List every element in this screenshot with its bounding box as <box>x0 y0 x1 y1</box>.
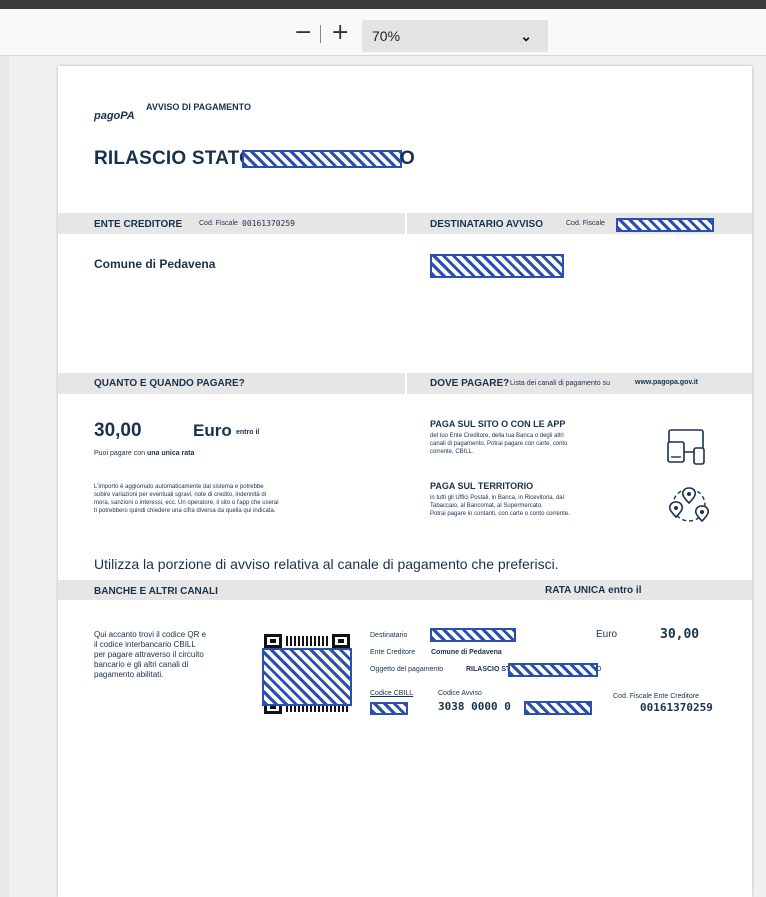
title-suffix: O <box>400 148 415 169</box>
dest-label: Destinatario <box>370 632 408 639</box>
banks-band-title: BANCHE E ALTRI CANALI <box>94 586 218 597</box>
redaction-recipient-cf <box>616 218 714 232</box>
qr-line: il codice interbancario CBILL <box>94 640 196 649</box>
qr-line: pagamento abilitati. <box>94 670 164 679</box>
redaction-dest <box>430 628 516 642</box>
cf-ente-value: 00161370259 <box>640 701 713 714</box>
redaction-qr <box>262 648 352 706</box>
rata-rest: entro il <box>608 585 642 596</box>
creditor-name: Comune di Pedavena <box>94 257 216 271</box>
ente-value: Comune di Pedavena <box>431 649 502 656</box>
qr-line: bancario e gli altri canali di <box>94 660 189 669</box>
qr-corner <box>332 634 350 648</box>
avviso-label: Codice Avviso <box>438 690 482 697</box>
redaction-cbill <box>370 702 408 715</box>
territory-line: Potrai pagare in contanti, con carte o c… <box>430 511 570 517</box>
devices-icon <box>667 429 705 465</box>
qr-pattern <box>286 636 328 646</box>
ente-label: Ente Creditore <box>370 649 416 656</box>
update-line: L'importo è aggiornato automaticamente d… <box>94 484 264 490</box>
notice-header: AVVISO DI PAGAMENTO <box>146 102 252 112</box>
where-note: Lista dei canali di pagamento su <box>510 380 611 387</box>
portion-text: Utilizza la porzione di avviso relativa … <box>94 556 559 572</box>
territory-title: PAGA SUL TERRITORIO <box>430 481 534 491</box>
avviso-value: 3038 0000 0 <box>438 700 511 713</box>
pagopa-logo: pagoPA <box>94 110 135 122</box>
oggetto-tail: O <box>596 666 602 673</box>
qr-line: Qui accanto trovi il codice QR e <box>94 630 207 639</box>
redaction-avviso <box>524 701 592 715</box>
creditor-cf-label: Cod. Fiscale <box>199 220 238 227</box>
rata-bold: RATA UNICA <box>545 585 606 596</box>
update-line: mora, sanzioni o interessi, ecc. Un oper… <box>94 500 279 506</box>
qr-line: per pagare attraverso il circuito <box>94 650 204 659</box>
single-bold: una unica rata <box>146 450 195 457</box>
pagopa-link[interactable]: www.pagopa.gov.it <box>635 379 698 386</box>
single-payment-text: Puoi pagare con una unica rata <box>94 450 194 457</box>
oggetto-label: Oggetto del pagamento <box>370 666 444 673</box>
currency: Euro <box>193 421 232 440</box>
cf-ente-label: Cod. Fiscale Ente Creditore <box>613 693 699 700</box>
amount: 30,00 <box>94 420 142 441</box>
qr-instructions: Qui accanto trovi il codice QR e il codi… <box>94 630 244 680</box>
zoom-select[interactable]: 70% ⌄ <box>362 20 548 52</box>
territory-text: in tutti gli Uffici Postali, in Banca, i… <box>430 494 570 518</box>
online-line: del tuo Ente Creditore, della tua Banca … <box>430 433 564 439</box>
qr-corner <box>264 634 282 648</box>
redaction-recipient-name <box>430 254 564 278</box>
online-text: del tuo Ente Creditore, della tua Banca … <box>430 432 567 456</box>
chevron-down-icon: ⌄ <box>520 28 532 44</box>
band-divider <box>405 213 407 234</box>
rata-label: RATA UNICA entro il <box>545 585 642 596</box>
update-line: subire variazioni per eventuali sgravi, … <box>94 492 267 498</box>
redaction-title <box>242 150 402 168</box>
territory-line: in tutti gli Uffici Postali, in Banca, i… <box>430 495 564 501</box>
oggetto-value: RILASCIO ST <box>466 666 511 673</box>
territory-line: Tabaccaio, al Bancomat, al Supermercato. <box>430 503 543 509</box>
online-line: canali di pagamento. Potrai pagare con c… <box>430 441 568 447</box>
redaction-oggetto <box>508 663 598 677</box>
euro-label: Euro <box>596 629 618 640</box>
toolbar-separator <box>320 25 321 43</box>
cbill-label: Codice CBILL <box>370 690 414 697</box>
pdf-page: pagoPA AVVISO DI PAGAMENTO RILASCIO STAT… <box>58 66 752 897</box>
band-divider-2 <box>405 373 407 394</box>
recipient-cf-label: Cod. Fiscale <box>566 220 605 227</box>
euro-amount: 30,00 <box>660 627 700 642</box>
sidebar-strip <box>0 56 9 897</box>
due-label: entro il <box>236 429 260 436</box>
map-pins-icon <box>668 487 710 523</box>
update-line: ti potrebbero quindi chiedere una cifra … <box>94 508 276 514</box>
creditor-cf: 00161370259 <box>242 219 295 228</box>
pdf-toolbar: − + 70% ⌄ <box>0 9 766 56</box>
how-band-title: QUANTO E QUANDO PAGARE? <box>94 378 245 389</box>
creditor-band-title: ENTE CREDITORE <box>94 219 183 230</box>
online-title: PAGA SUL SITO O CON LE APP <box>430 419 566 429</box>
window-top-bar <box>0 0 766 9</box>
recipient-band-title: DESTINATARIO AVVISO <box>430 219 543 230</box>
zoom-out-button[interactable]: − <box>294 22 312 44</box>
zoom-in-button[interactable]: + <box>331 22 349 44</box>
where-band-title: DOVE PAGARE? <box>430 378 510 389</box>
zoom-value: 70% <box>372 28 401 44</box>
single-prefix: Puoi pagare con <box>94 450 145 457</box>
update-text: L'importo è aggiornato automaticamente d… <box>94 483 279 515</box>
online-line: corrente, CBILL. <box>430 449 474 455</box>
dest-tail: I <box>514 632 516 639</box>
